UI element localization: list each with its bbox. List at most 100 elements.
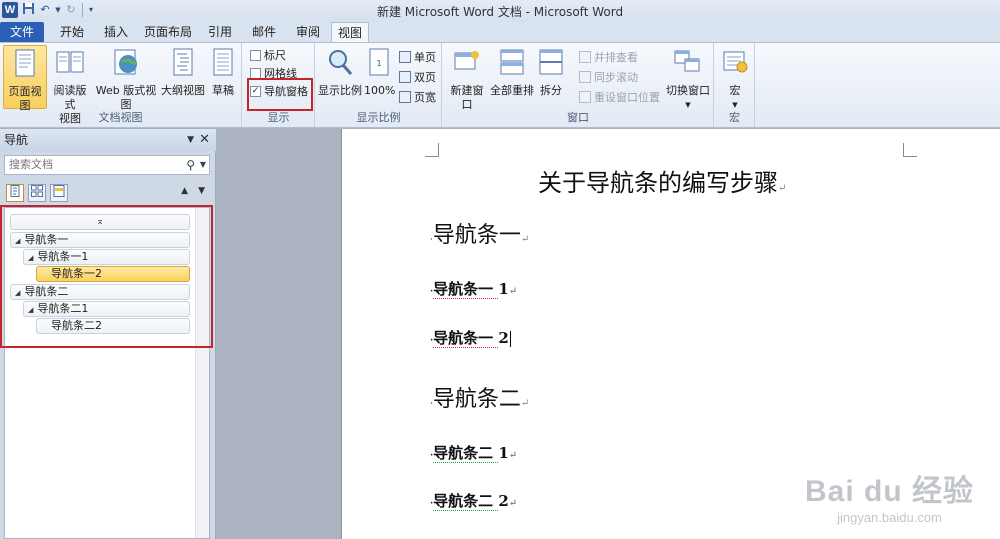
nav-arrows: ▲ ▼ [181,186,205,196]
draft-button[interactable]: 草稿 [207,45,239,98]
next-heading-icon[interactable]: ▼ [198,186,205,196]
heading-2-text: 导航条一 [433,329,499,348]
outline-label: 大纲视图 [161,84,205,97]
baidu-jingyan-watermark: Bai du 经验 jingyan.baidu.com [805,466,974,525]
heading-2-number: 1 [498,280,509,298]
pane-options-dropdown-icon[interactable]: ▼ [187,129,194,151]
headings-icon [10,185,20,197]
switch-windows-icon [674,50,700,72]
sync-scroll-button[interactable]: 同步滚动 [579,69,638,85]
search-options-dropdown-icon[interactable]: ▼ [200,156,206,174]
macros-button[interactable]: 宏 ▼ [719,45,751,112]
globe-icon [114,49,138,75]
search-document-input[interactable]: 搜索文档 ⚲ ▼ [4,155,210,175]
page-width-button[interactable]: 页宽 [399,89,436,105]
search-icon[interactable]: ⚲ [186,156,195,174]
two-pages-button[interactable]: 双页 [399,69,436,85]
browse-pages-tab[interactable] [28,184,46,202]
tab-mailings[interactable]: 邮件 [244,22,284,43]
heading-2[interactable]: ·导航条二 1↵ [430,442,517,463]
heading-2-number: 1 [498,444,509,462]
reset-window-position-button[interactable]: 重设窗口位置 [579,89,660,105]
navigation-pane: 导航 ▼ ✕ 搜索文档 ⚲ ▼ ▲ ▼ ⌅ ◢ 导航条一 ◢ 导航条一1 导航条一2… [0,129,216,539]
one-page-label: 单页 [414,51,436,64]
print-layout-button[interactable]: 页面视图 [3,45,47,112]
ribbon-tabs: 文件 开始 插入 页面布局 引用 邮件 审阅 视图 [0,22,1000,44]
search-placeholder: 搜索文档 [9,158,53,171]
reading-view-icon [56,51,84,73]
macros-label: 宏 [729,84,741,97]
navigation-pane-header: 导航 ▼ ✕ [0,129,216,151]
side-by-side-icon [579,51,591,63]
heading-2[interactable]: ·导航条二 2↵ [430,490,517,511]
document-title-text: 关于导航条的编写步骤 [538,169,778,197]
group-label-zoom: 显示比例 [356,111,401,124]
tab-page-layout[interactable]: 页面布局 [140,22,196,43]
group-label-macros: 宏 [729,111,740,124]
nav-view-tabs [6,184,68,202]
tab-home[interactable]: 开始 [52,22,92,43]
page-width-icon [399,91,411,103]
heading-1[interactable]: ·导航条一↵ [430,217,529,249]
macros-icon [723,51,748,73]
tab-review[interactable]: 审阅 [288,22,328,43]
reset-window-label: 重设窗口位置 [594,91,660,104]
heading-2-text: 导航条二 [433,492,499,511]
ruler-label: 标尺 [264,49,286,62]
annotation-highlight-box [0,205,213,348]
document-title[interactable]: 关于导航条的编写步骤↵ [538,163,786,198]
ruler-checkbox-box[interactable] [250,49,261,61]
web-layout-label: Web 版式视图 [95,84,157,111]
watermark-logo-text: Bai du 经验 [804,475,974,508]
web-layout-button[interactable]: Web 版式视图 [93,45,159,112]
zoom-100-button[interactable]: 1 100% [364,45,395,98]
heading-2-text: 导航条二 [433,444,499,463]
outline-button[interactable]: 大纲视图 [161,45,205,98]
arrange-all-label: 全部重排 [490,84,534,97]
arrange-all-button[interactable]: 全部重排 [490,45,534,98]
switch-windows-button[interactable]: 切换窗口 ▼ [665,45,711,112]
heading-2-number: 2 [498,492,509,510]
outline-icon [173,48,193,76]
heading-2[interactable]: ·导航条一 1↵ [430,278,517,299]
split-button[interactable]: 拆分 [536,45,566,98]
ribbon: 页面视图 阅读版式 视图 Web 版式视图 大纲视图 草稿 文档视图 标尺 网格… [0,42,1000,128]
tab-view[interactable]: 视图 [331,22,369,44]
new-window-label: 新建窗口 [450,84,484,111]
heading-2-current[interactable]: ·导航条一 2 [430,327,511,348]
group-window: 新建窗口 全部重排 拆分 并排查看 同步滚动 重设窗口位置 切换窗口 ▼ 窗口 [443,43,714,127]
tab-file[interactable]: 文件 [0,22,44,43]
paragraph-mark-icon: ↵ [520,234,530,245]
two-pages-icon [399,71,411,83]
draft-icon [213,48,233,76]
close-icon[interactable]: ✕ [199,129,210,151]
crop-mark [425,143,439,157]
group-document-views: 页面视图 阅读版式 视图 Web 版式视图 大纲视图 草稿 文档视图 [0,43,242,127]
tab-insert[interactable]: 插入 [96,22,136,43]
group-label-document-views: 文档视图 [98,111,143,124]
browse-results-tab[interactable] [50,184,68,202]
sync-scroll-icon [579,71,591,83]
group-label-window: 窗口 [567,111,589,124]
print-layout-icon [15,49,35,77]
new-window-button[interactable]: 新建窗口 [446,45,488,112]
previous-heading-icon[interactable]: ▲ [181,186,188,196]
crop-mark [903,143,917,157]
heading-1-text: 导航条一 [432,223,521,248]
heading-1[interactable]: ·导航条二↵ [430,381,529,413]
ruler-checkbox[interactable]: 标尺 [250,47,286,63]
page-100-icon: 1 [369,48,389,76]
text-cursor [509,331,511,347]
heading-1-text: 导航条二 [432,387,521,412]
watermark-url: jingyan.baidu.com [837,510,942,525]
browse-headings-tab[interactable] [6,184,24,202]
new-window-icon [454,51,479,70]
gridlines-checkbox-box[interactable] [250,67,261,79]
svg-text:1: 1 [376,59,381,68]
zoom-button[interactable]: 显示比例 [318,45,362,98]
one-page-button[interactable]: 单页 [399,49,436,65]
two-pages-label: 双页 [414,71,436,84]
tab-references[interactable]: 引用 [200,22,240,43]
view-side-by-side-button[interactable]: 并排查看 [579,49,638,65]
split-icon [539,49,563,75]
